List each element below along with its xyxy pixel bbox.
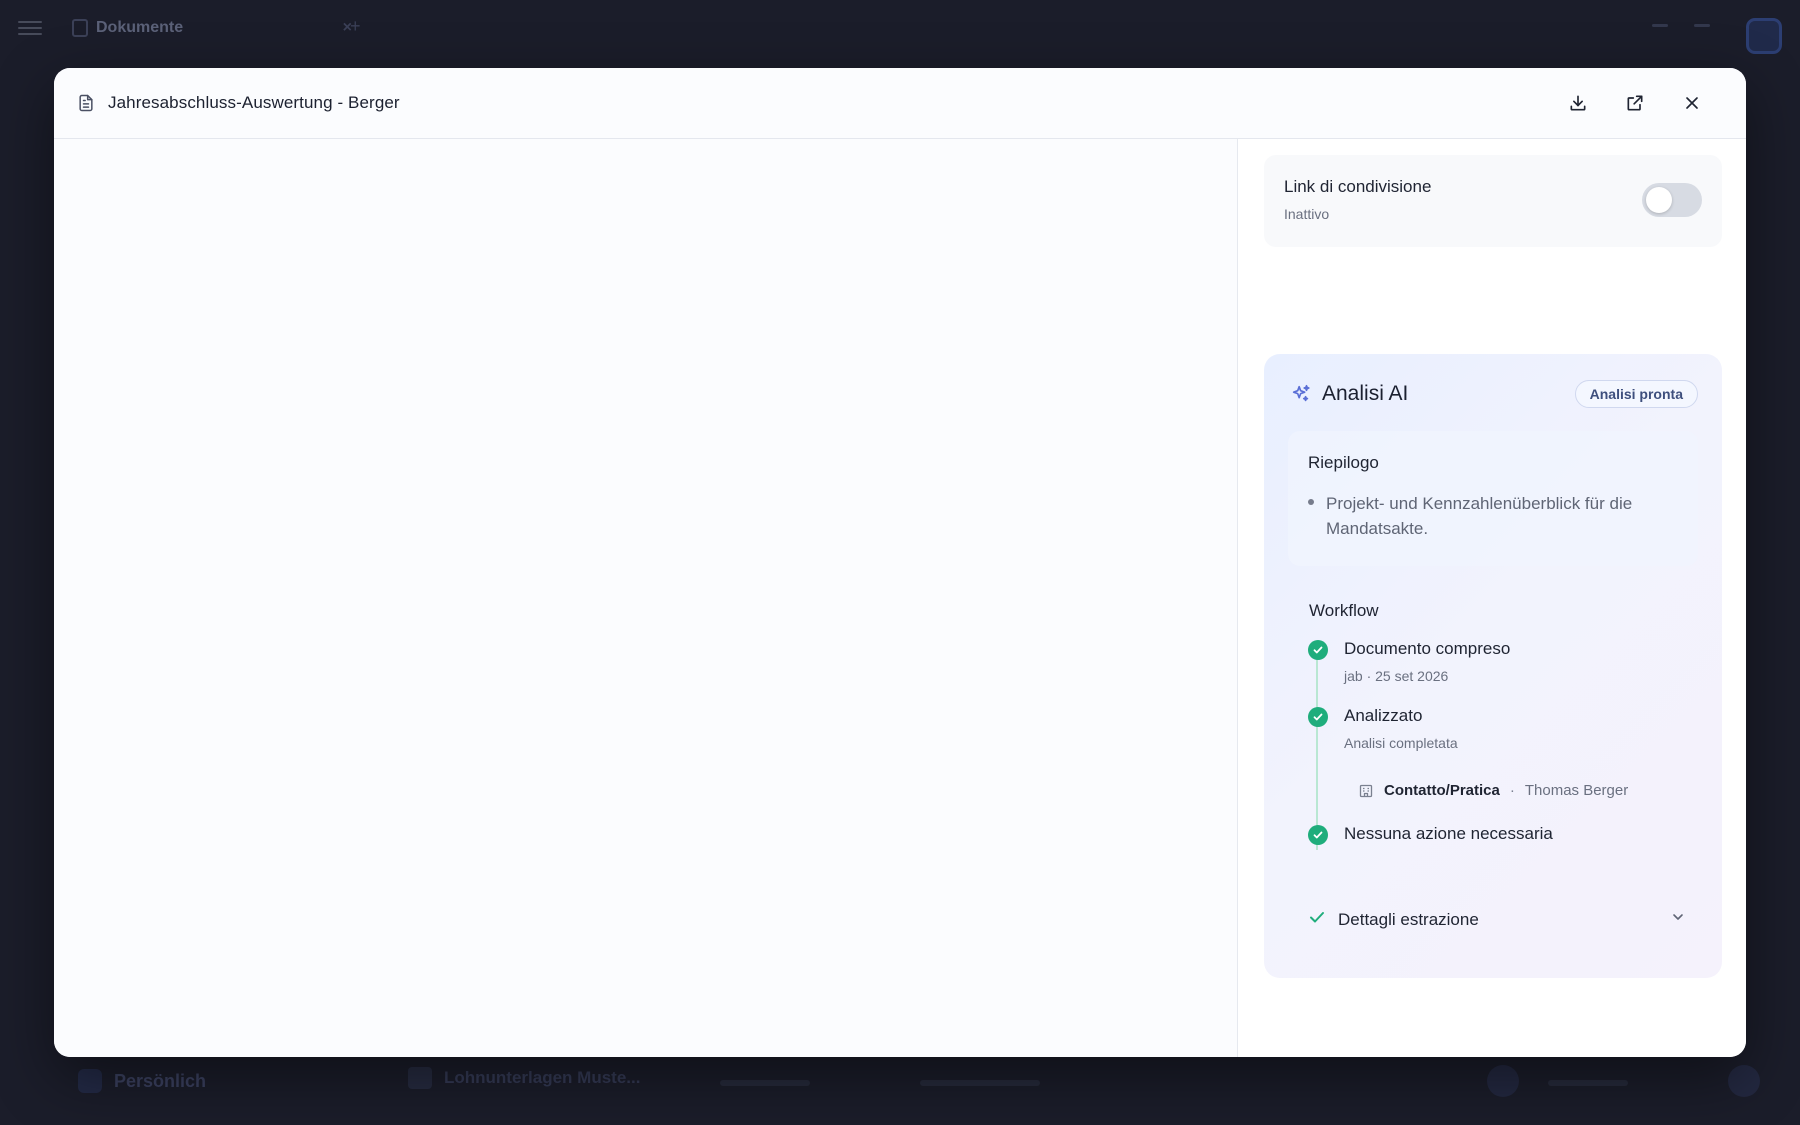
share-link-title: Link di condivisione (1284, 177, 1432, 196)
contact-value: Thomas Berger (1524, 782, 1629, 799)
workflow-step-title: Analizzato (1344, 706, 1423, 725)
open-external-button[interactable] (1617, 85, 1653, 121)
background-tab: Dokumente × (72, 14, 352, 42)
modal-header: Jahresabschluss-Auswertung - Berger (54, 68, 1746, 139)
external-link-icon (1627, 95, 1643, 111)
share-link-card: Link di condivisione Inattivo (1264, 155, 1722, 247)
background-document-label: Lohnunterlagen Muste... (444, 1068, 641, 1087)
analysis-status-badge: Analisi pronta (1574, 380, 1698, 408)
check-icon (1308, 908, 1326, 931)
summary-item: Projekt- und Kennzahlenüberblick für die… (1308, 491, 1678, 541)
ai-analysis-header: Analisi AI (1290, 382, 1408, 406)
contact-label: Contatto/Pratica (1384, 782, 1500, 799)
side-panel: Link di condivisione Inattivo Analisi AI… (1238, 139, 1746, 1057)
background-meta (920, 1080, 1040, 1086)
background-workspace-label: Persönlich (114, 1070, 207, 1091)
document-preview[interactable] (54, 139, 1238, 1057)
contact-separator: · (1509, 782, 1515, 799)
contact-link[interactable]: Contatto/Pratica · Thomas Berger (1358, 782, 1628, 799)
document-thumb-icon (408, 1067, 432, 1089)
background-tab-label: Dokumente (96, 19, 184, 36)
modal-title: Jahresabschluss-Auswertung - Berger (108, 93, 400, 112)
document-icon (72, 19, 88, 37)
avatar (1487, 1065, 1519, 1097)
app-logo (1746, 18, 1782, 54)
workflow-step-subtitle: jab · 25 set 2026 (1344, 668, 1449, 684)
check-circle-icon (1308, 707, 1328, 727)
share-link-toggle[interactable] (1642, 183, 1702, 217)
background-document-row: Lohnunterlagen Muste... (408, 1067, 640, 1089)
check-circle-icon (1308, 640, 1328, 660)
check-circle-icon (1308, 825, 1328, 845)
close-button[interactable] (1674, 85, 1710, 121)
modal-actions (1560, 85, 1710, 121)
download-button[interactable] (1560, 85, 1596, 121)
sparkles-icon (1292, 384, 1310, 402)
background-meta (720, 1080, 810, 1086)
timeline-connector (1316, 660, 1318, 850)
extraction-details-label: Dettagli estrazione (1338, 909, 1479, 929)
chevron-down-icon (1670, 909, 1686, 930)
workspace-icon (78, 1069, 102, 1093)
avatar (1728, 1065, 1760, 1097)
workflow-step-subtitle: Analisi completata (1344, 735, 1458, 751)
background-toolbar (1652, 24, 1710, 27)
toggle-knob (1646, 187, 1672, 213)
building-icon (1359, 784, 1373, 797)
workflow-step-title: Documento compreso (1344, 639, 1511, 658)
ai-analysis-card: Analisi AI Analisi pronta Riepilogo Proj… (1264, 354, 1722, 978)
background-topbar: Dokumente × + (0, 0, 1800, 56)
summary-section: Riepilogo Projekt- und Kennzahlenüberbli… (1288, 431, 1698, 566)
workflow-step-title: Nessuna azione necessaria (1344, 824, 1553, 843)
document-icon (76, 93, 96, 113)
share-link-status: Inattivo (1284, 206, 1330, 222)
extraction-details-toggle[interactable]: Dettagli estrazione (1308, 908, 1686, 931)
menu-icon (18, 17, 42, 39)
download-icon (1570, 95, 1586, 111)
workflow-title: Workflow (1309, 601, 1379, 620)
background-workspace: Persönlich (78, 1069, 206, 1093)
plus-icon: + (350, 16, 361, 36)
close-icon (1686, 97, 1698, 109)
ai-analysis-title: Analisi AI (1322, 382, 1409, 405)
bullet-icon (1308, 499, 1314, 505)
document-modal: Jahresabschluss-Auswertung - Berger Link… (54, 68, 1746, 1057)
background-bottom-bar: Persönlich Lohnunterlagen Muste... (0, 1055, 1800, 1125)
summary-title: Riepilogo (1308, 453, 1379, 472)
background-meta (1548, 1080, 1628, 1086)
summary-text: Projekt- und Kennzahlenüberblick für die… (1326, 494, 1633, 538)
